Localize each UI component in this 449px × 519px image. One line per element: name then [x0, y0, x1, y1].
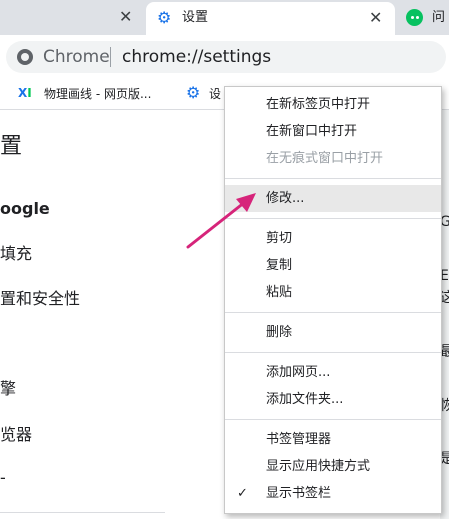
- menu-item-add-page[interactable]: 添加网页...: [225, 361, 441, 385]
- menu-item-bookmark-manager[interactable]: 书签管理器: [225, 428, 441, 452]
- gear-icon: ⚙: [157, 8, 172, 27]
- menu-item-open-new-window[interactable]: 在新窗口中打开: [225, 120, 441, 144]
- xi-icon: XI: [18, 86, 32, 100]
- menu-item-label: 添加网页...: [266, 365, 331, 380]
- menu-item-show-apps-shortcut[interactable]: 显示应用快捷方式: [225, 455, 441, 479]
- tab-settings-title: 设置: [182, 10, 209, 25]
- menu-item-cut[interactable]: 剪切: [225, 227, 441, 251]
- menu-separator: [225, 352, 441, 353]
- bookmark-item-label[interactable]: 物理画线 - 网页版...: [44, 86, 151, 102]
- sidebar-item-search-engine[interactable]: 擎: [0, 379, 16, 399]
- menu-item-add-folder[interactable]: 添加文件夹...: [225, 388, 441, 412]
- menu-item-label: 粘贴: [266, 285, 293, 300]
- menu-item-label: 在新窗口中打开: [266, 124, 358, 139]
- menu-item-open-new-tab[interactable]: 在新标签页中打开: [225, 93, 441, 117]
- sidebar-item-default-browser[interactable]: 览器: [0, 425, 32, 445]
- menu-item-open-incognito: 在无痕式窗口中打开: [225, 147, 441, 171]
- menu-separator: [225, 312, 441, 313]
- address-bar-divider: [110, 47, 111, 67]
- bookmark-context-menu: 在新标签页中打开 在新窗口中打开 在无痕式窗口中打开 修改... 剪切 复制 粘…: [224, 86, 442, 514]
- chrome-icon: [17, 49, 33, 65]
- menu-item-show-bookmarks-bar[interactable]: ✓ 显示书签栏: [225, 482, 441, 506]
- menu-item-label: 删除: [266, 325, 293, 340]
- sidebar-item-autofill[interactable]: 填充: [0, 244, 32, 264]
- close-icon[interactable]: ✕: [119, 9, 132, 25]
- close-icon[interactable]: ✕: [369, 10, 382, 26]
- page-title: 置: [0, 134, 23, 159]
- sidebar-item-startup[interactable]: -: [0, 468, 6, 488]
- menu-item-label: 修改...: [266, 191, 305, 206]
- menu-item-delete[interactable]: 删除: [225, 321, 441, 345]
- menu-item-label: 在新标签页中打开: [266, 97, 371, 112]
- wechat-icon: [406, 9, 423, 26]
- menu-item-label: 添加文件夹...: [266, 392, 344, 407]
- sidebar-item-privacy[interactable]: 置和安全性: [0, 289, 80, 309]
- menu-item-label: 显示书签栏: [266, 486, 332, 501]
- menu-item-copy[interactable]: 复制: [225, 254, 441, 278]
- menu-item-label: 复制: [266, 258, 293, 273]
- sidebar-item-google[interactable]: oogle: [0, 199, 50, 219]
- divider: [0, 512, 165, 513]
- bookmark-item-label[interactable]: 设: [209, 86, 221, 102]
- menu-item-label: 剪切: [266, 231, 293, 246]
- menu-separator: [225, 218, 441, 219]
- check-icon: ✓: [237, 486, 248, 501]
- address-bar-url[interactable]: chrome://settings: [122, 46, 271, 68]
- menu-item-label: 书签管理器: [266, 432, 332, 447]
- menu-separator: [225, 419, 441, 420]
- menu-item-paste[interactable]: 粘贴: [225, 281, 441, 305]
- gear-icon: ⚙: [186, 83, 201, 102]
- menu-separator: [225, 178, 441, 179]
- tab-next-title: 问: [432, 10, 446, 25]
- menu-item-label: 显示应用快捷方式: [266, 459, 371, 474]
- tab-previous[interactable]: ✕: [0, 0, 146, 35]
- menu-item-label: 在无痕式窗口中打开: [266, 151, 384, 166]
- address-bar-site-label: Chrome: [43, 47, 110, 67]
- menu-item-edit[interactable]: 修改...: [225, 185, 441, 212]
